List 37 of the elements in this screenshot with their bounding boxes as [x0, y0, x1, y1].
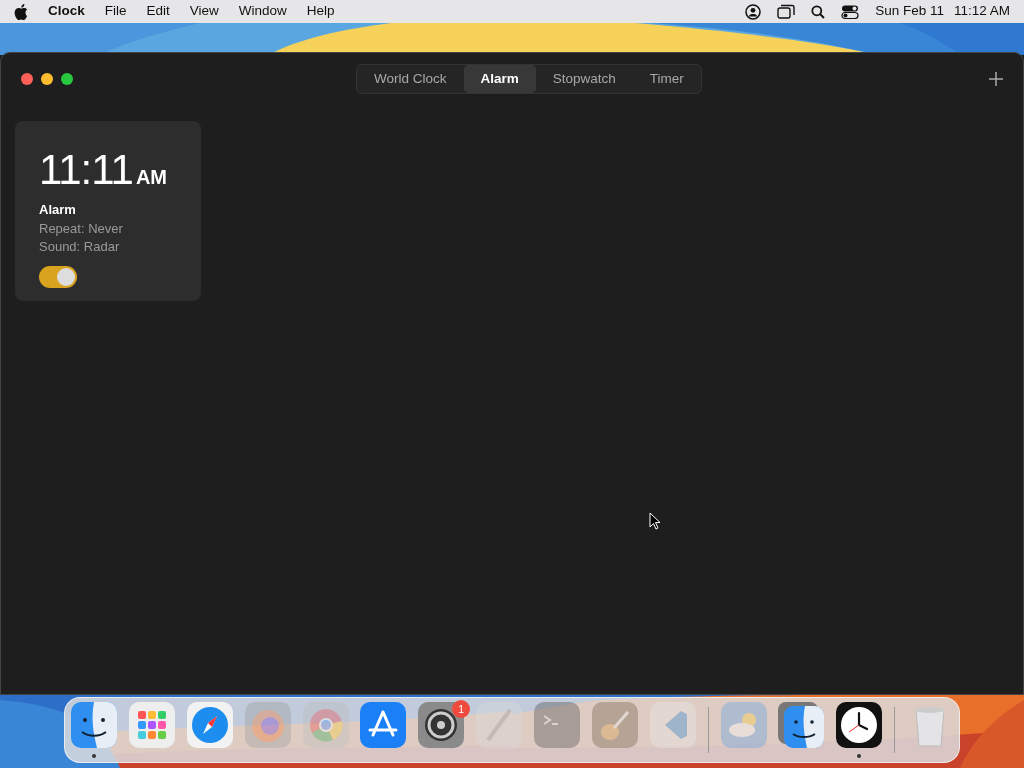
alarm-toggle[interactable] — [39, 265, 77, 288]
add-icon[interactable] — [989, 72, 1003, 86]
apple-icon[interactable] — [14, 3, 28, 20]
minimize-button[interactable] — [41, 73, 53, 85]
alarm-repeat: Repeat: Never — [39, 219, 124, 238]
alarm-label: Alarm — [39, 201, 77, 219]
tab[interactable]: Alarm — [463, 64, 536, 94]
app-grid-icon[interactable] — [128, 702, 175, 748]
alarm-time: 11:11 — [39, 149, 133, 191]
menu-item[interactable]: View — [179, 1, 229, 22]
clock-icon[interactable] — [836, 702, 883, 748]
finder-face-icon[interactable] — [778, 702, 825, 748]
alarm-period: AM — [135, 165, 167, 190]
settings-icon[interactable] — [418, 702, 465, 748]
menu-item[interactable]: Edit — [136, 1, 180, 22]
tab[interactable]: World Clock — [357, 64, 464, 94]
compass-icon[interactable] — [186, 702, 233, 748]
app-store-icon[interactable] — [360, 702, 407, 748]
cursor-icon — [649, 512, 661, 530]
tab[interactable]: Timer — [632, 64, 701, 94]
search-icon[interactable] — [811, 4, 826, 19]
user-icon[interactable] — [745, 3, 762, 20]
alarm-card[interactable]: 11:11AM Alarm Repeat: Never Sound: Radar — [15, 121, 201, 301]
finder-face-icon[interactable] — [71, 702, 117, 748]
menu-item[interactable]: File — [94, 1, 137, 22]
toggles-icon[interactable] — [841, 4, 860, 19]
windows-icon[interactable] — [777, 4, 796, 19]
zoom-button[interactable] — [61, 73, 73, 85]
menu-time[interactable]: 11:12 AM — [953, 1, 1010, 22]
notification-badge: 1 — [452, 700, 471, 718]
menu-item[interactable]: Help — [296, 1, 345, 22]
tab[interactable]: Stopwatch — [535, 64, 633, 94]
menu-item[interactable]: Window — [228, 1, 297, 22]
app-name[interactable]: Clock — [38, 1, 95, 22]
close-button[interactable] — [21, 73, 33, 85]
menu-date[interactable]: Sun Feb 11 — [875, 1, 944, 22]
alarm-sound: Sound: Radar — [39, 237, 121, 256]
